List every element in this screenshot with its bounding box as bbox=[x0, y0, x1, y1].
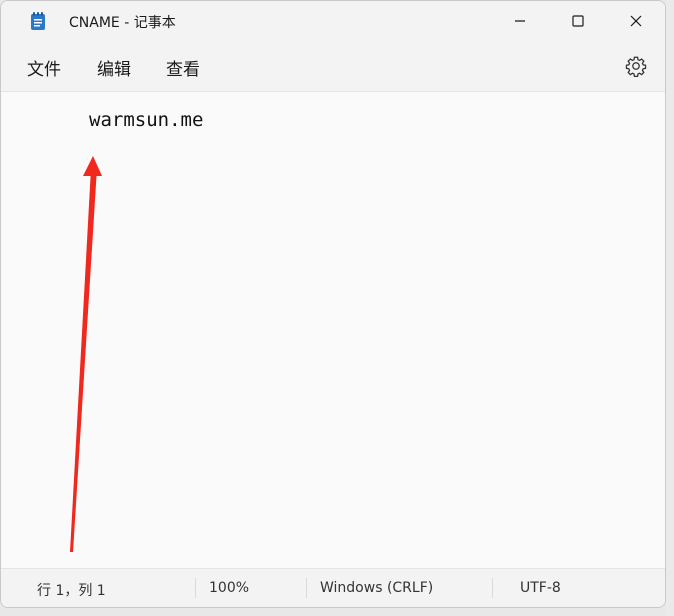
text-editor-area[interactable]: warmsun.me bbox=[1, 92, 665, 569]
menu-view[interactable]: 查看 bbox=[166, 55, 200, 80]
maximize-button[interactable] bbox=[549, 1, 607, 41]
menu-file[interactable]: 文件 bbox=[27, 55, 61, 80]
status-line-ending: Windows (CRLF) bbox=[320, 580, 434, 596]
status-divider bbox=[306, 578, 307, 598]
notepad-app-icon bbox=[31, 12, 45, 30]
status-divider bbox=[492, 578, 493, 598]
status-cursor-position: 行 1，列 1 bbox=[37, 583, 106, 599]
status-divider bbox=[195, 578, 196, 598]
background-edge bbox=[666, 0, 674, 616]
maximize-icon bbox=[572, 15, 584, 27]
close-icon bbox=[630, 15, 642, 27]
settings-gear-icon[interactable] bbox=[625, 55, 647, 77]
menu-edit[interactable]: 编辑 bbox=[97, 55, 131, 80]
close-button[interactable] bbox=[607, 1, 665, 41]
editor-content[interactable]: warmsun.me bbox=[89, 109, 203, 131]
notepad-window: CNAME - 记事本 文件 编辑 查看 warmsun.me 行 1，列 1 … bbox=[0, 0, 666, 608]
status-bar: 行 1，列 1 100% Windows (CRLF) UTF-8 bbox=[1, 568, 665, 607]
status-encoding: UTF-8 bbox=[520, 580, 561, 596]
title-bar[interactable]: CNAME - 记事本 bbox=[1, 1, 665, 41]
minimize-button[interactable] bbox=[491, 1, 549, 41]
minimize-icon bbox=[515, 20, 525, 22]
menu-bar: 文件 编辑 查看 bbox=[1, 41, 665, 92]
window-title: CNAME - 记事本 bbox=[69, 15, 176, 31]
status-zoom: 100% bbox=[209, 580, 250, 596]
